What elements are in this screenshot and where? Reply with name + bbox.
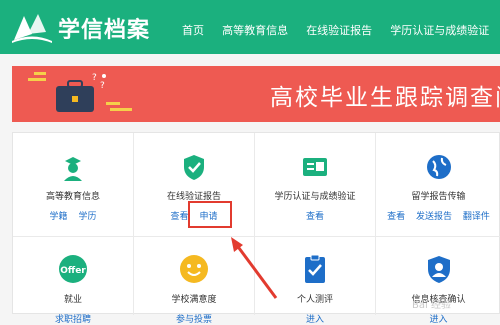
- main-nav: 首页 高等教育信息 在线验证报告 学历认证与成绩验证 国: [182, 19, 500, 38]
- svg-text:?: ?: [100, 81, 105, 91]
- offer-badge-text: Offer: [60, 266, 86, 276]
- service-title: 个人测评: [296, 295, 333, 305]
- survey-banner[interactable]: ? ? 高校毕业生跟踪调查问: [12, 66, 500, 122]
- service-satisfaction: 学校满意度 参与投票: [134, 254, 254, 325]
- link-job-search[interactable]: 求职招聘: [55, 315, 91, 325]
- book-logo-icon: [12, 14, 52, 43]
- divider: [13, 236, 500, 237]
- service-grid: 高等教育信息 学籍 学历 在线验证报告 查看 申请 学历认证与成绩验证 查看 留…: [12, 132, 500, 325]
- offer-icon: Offer: [59, 255, 87, 283]
- nav-certification[interactable]: 学历认证与成绩验证: [390, 22, 489, 38]
- link-translation[interactable]: 翻译件: [463, 212, 490, 222]
- service-info-verification: 信息核查确认 进入: [376, 254, 500, 325]
- link-view-certification[interactable]: 查看: [306, 212, 324, 222]
- service-study-abroad: 留学报告传输 查看 发送报告 翻译件: [376, 153, 500, 222]
- link-degree[interactable]: 学历: [78, 212, 96, 222]
- nav-online-report[interactable]: 在线验证报告: [306, 22, 372, 38]
- service-higher-education: 高等教育信息 学籍 学历: [13, 153, 133, 222]
- link-send-report[interactable]: 发送报告: [416, 212, 452, 222]
- top-header: 学信档案 首页 高等教育信息 在线验证报告 学历认证与成绩验证 国: [0, 0, 500, 54]
- watermark: Bai 经验: [412, 300, 451, 311]
- service-title: 高等教育信息: [45, 192, 100, 202]
- service-title: 学历认证与成绩验证: [274, 192, 356, 202]
- link-enter-verification[interactable]: 进入: [429, 315, 447, 325]
- service-assessment: 个人测评 进入: [255, 254, 375, 325]
- link-view-report[interactable]: 查看: [171, 212, 189, 222]
- nav-higher-education[interactable]: 高等教育信息: [222, 22, 288, 38]
- checklist-icon: [305, 254, 325, 283]
- graduate-icon: [64, 157, 82, 181]
- service-title: 学校满意度: [171, 295, 217, 305]
- nav-home[interactable]: 首页: [182, 22, 204, 38]
- site-logo-text[interactable]: 学信档案: [58, 12, 150, 44]
- smiley-icon: [180, 255, 208, 283]
- service-title: 留学报告传输: [411, 192, 466, 202]
- globe-icon: [426, 155, 451, 179]
- briefcase-illustration: ? ?: [28, 72, 132, 112]
- highlight-box: [188, 201, 232, 228]
- service-employment: Offer 就业 求职招聘: [13, 254, 133, 325]
- user-badge-icon: [427, 256, 450, 283]
- banner-title: 高校毕业生跟踪调查问: [270, 85, 500, 111]
- link-enter-assessment[interactable]: 进入: [306, 315, 324, 325]
- service-certification: 学历认证与成绩验证 查看: [255, 153, 375, 222]
- link-view-abroad[interactable]: 查看: [387, 212, 405, 222]
- service-title: 就业: [63, 295, 82, 305]
- link-enrollment[interactable]: 学籍: [50, 212, 68, 222]
- shield-check-icon: [184, 155, 204, 180]
- certificate-icon: [303, 158, 327, 176]
- svg-text:?: ?: [92, 73, 97, 83]
- link-vote[interactable]: 参与投票: [176, 315, 212, 325]
